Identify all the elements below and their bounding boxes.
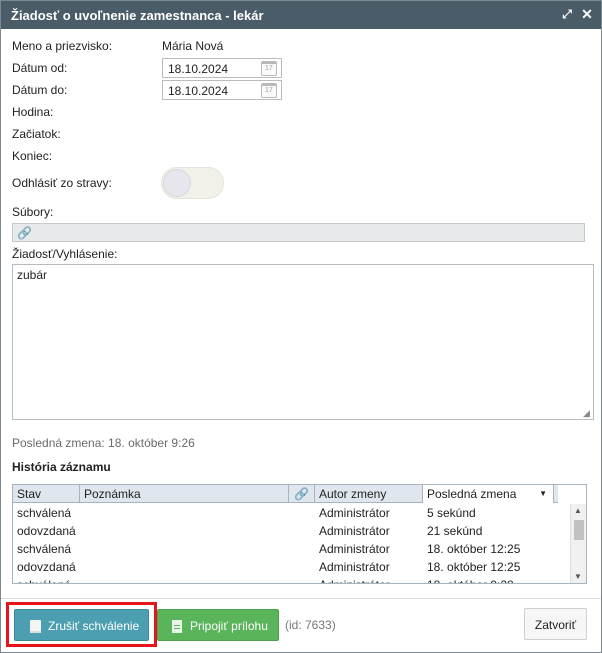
note-cell [80,540,289,558]
author-cell: Administrátor [319,542,390,556]
request-textarea[interactable]: zubár [12,264,594,420]
status-cell: odovzdaná [17,560,76,574]
note-cell [80,522,289,540]
dialog-title: Žiadosť o uvoľnenie zamestnanca - lekár [11,8,264,23]
link-cell [289,540,315,558]
link-cell [289,504,315,522]
expand-icon[interactable]: ⤢ [560,7,574,21]
status-cell: schválená [17,506,72,520]
author-cell: Administrátor [319,560,390,574]
history-grid: Stav Poznámka 🔗 Autor zmeny Posledná zme… [12,484,587,584]
attach-file-button[interactable]: Pripojiť prílohu [157,609,279,641]
column-header-note[interactable]: Poznámka [80,485,289,503]
date-from-label: Dátum od: [12,61,68,75]
date-to-label: Dátum do: [12,83,68,97]
link-icon[interactable]: 🔗 [17,226,32,240]
column-header-status[interactable]: Stav [13,485,80,503]
status-cell: schválená [13,576,80,583]
scroll-down-icon[interactable]: ▼ [574,572,582,581]
file-icon [172,620,182,633]
last-change-cell: 18. október 12:25 [427,560,521,574]
calendar-icon[interactable]: 17 [261,83,277,98]
date-to-field[interactable]: 18.10.2024 17 [162,80,282,100]
last-change-cell: 5 sekúnd [427,506,476,520]
date-from-value: 18.10.2024 [168,62,229,76]
author-cell: Administrátor [319,506,390,520]
scrollbar-thumb[interactable] [574,520,584,540]
date-to-value: 18.10.2024 [168,84,229,98]
hour-label: Hodina: [12,105,54,119]
history-title: História záznamu [12,460,111,474]
last-change-cell: 18. október 9:28 [423,576,554,583]
note-cell [80,504,289,522]
footer-divider [1,598,601,599]
column-header-link[interactable]: 🔗 [289,485,315,503]
table-row[interactable]: schválená Administrátor 5 sekúnd [13,504,568,522]
cancel-approval-label: Zrušiť schválenie [48,619,140,633]
close-icon[interactable]: ✕ [580,7,594,21]
link-cell [289,522,315,540]
close-button[interactable]: Zatvoriť [524,608,587,640]
note-cell [80,558,289,576]
link-cell [289,576,315,583]
link-icon: 🔗 [294,487,309,501]
history-scrollbar[interactable]: ▲ ▼ [570,504,586,583]
end-label: Koniec: [12,149,53,163]
column-header-last-change-label: Posledná zmena [427,487,517,501]
table-row[interactable]: schválená Administrátor 18. október 12:25 [13,540,568,558]
meal-opt-out-toggle[interactable] [161,167,224,199]
author-cell: Administrátor [315,576,423,583]
last-change-cell: 21 sekúnd [427,524,483,538]
last-change-cell: 18. október 12:25 [427,542,521,556]
scroll-up-icon[interactable]: ▲ [574,506,582,515]
link-cell [289,558,315,576]
grid-header: Stav Poznámka 🔗 Autor zmeny Posledná zme… [13,485,558,503]
table-row[interactable]: odovzdaná Administrátor 21 sekúnd [13,522,568,540]
request-label: Žiadosť/Vyhlásenie: [12,247,118,261]
table-row[interactable]: schválená Administrátor18. október 9:28 [13,576,568,583]
record-id: (id: 7633) [285,618,336,632]
book-icon [30,620,41,633]
resize-grip-icon[interactable]: ◢ [583,408,593,418]
meal-opt-out-label: Odhlásiť zo stravy: [12,176,112,190]
start-label: Začiatok: [12,127,61,141]
files-field: 🔗 [12,223,585,242]
calendar-icon[interactable]: 17 [261,61,277,76]
name-label: Meno a priezvisko: [12,39,113,53]
toggle-knob [163,169,191,197]
note-cell [80,576,289,583]
status-cell: odovzdaná [17,524,76,538]
last-change-text: Posledná zmena: 18. október 9:26 [12,436,195,450]
author-cell: Administrátor [319,524,390,538]
sort-desc-icon: ▼ [539,489,547,498]
cancel-approval-button[interactable]: Zrušiť schválenie [14,609,149,641]
column-header-last-change[interactable]: Posledná zmena ▼ [423,485,554,503]
dialog-window: Žiadosť o uvoľnenie zamestnanca - lekár … [0,0,602,653]
dialog-titlebar[interactable]: Žiadosť o uvoľnenie zamestnanca - lekár … [1,1,601,29]
attach-file-label: Pripojiť prílohu [190,619,268,633]
date-from-field[interactable]: 18.10.2024 17 [162,58,282,78]
status-cell: schválená [17,542,72,556]
column-header-author[interactable]: Autor zmeny [315,485,423,503]
files-label: Súbory: [12,205,54,219]
table-row[interactable]: odovzdaná Administrátor 18. október 12:25 [13,558,568,576]
name-value: Mária Nová [162,39,224,53]
